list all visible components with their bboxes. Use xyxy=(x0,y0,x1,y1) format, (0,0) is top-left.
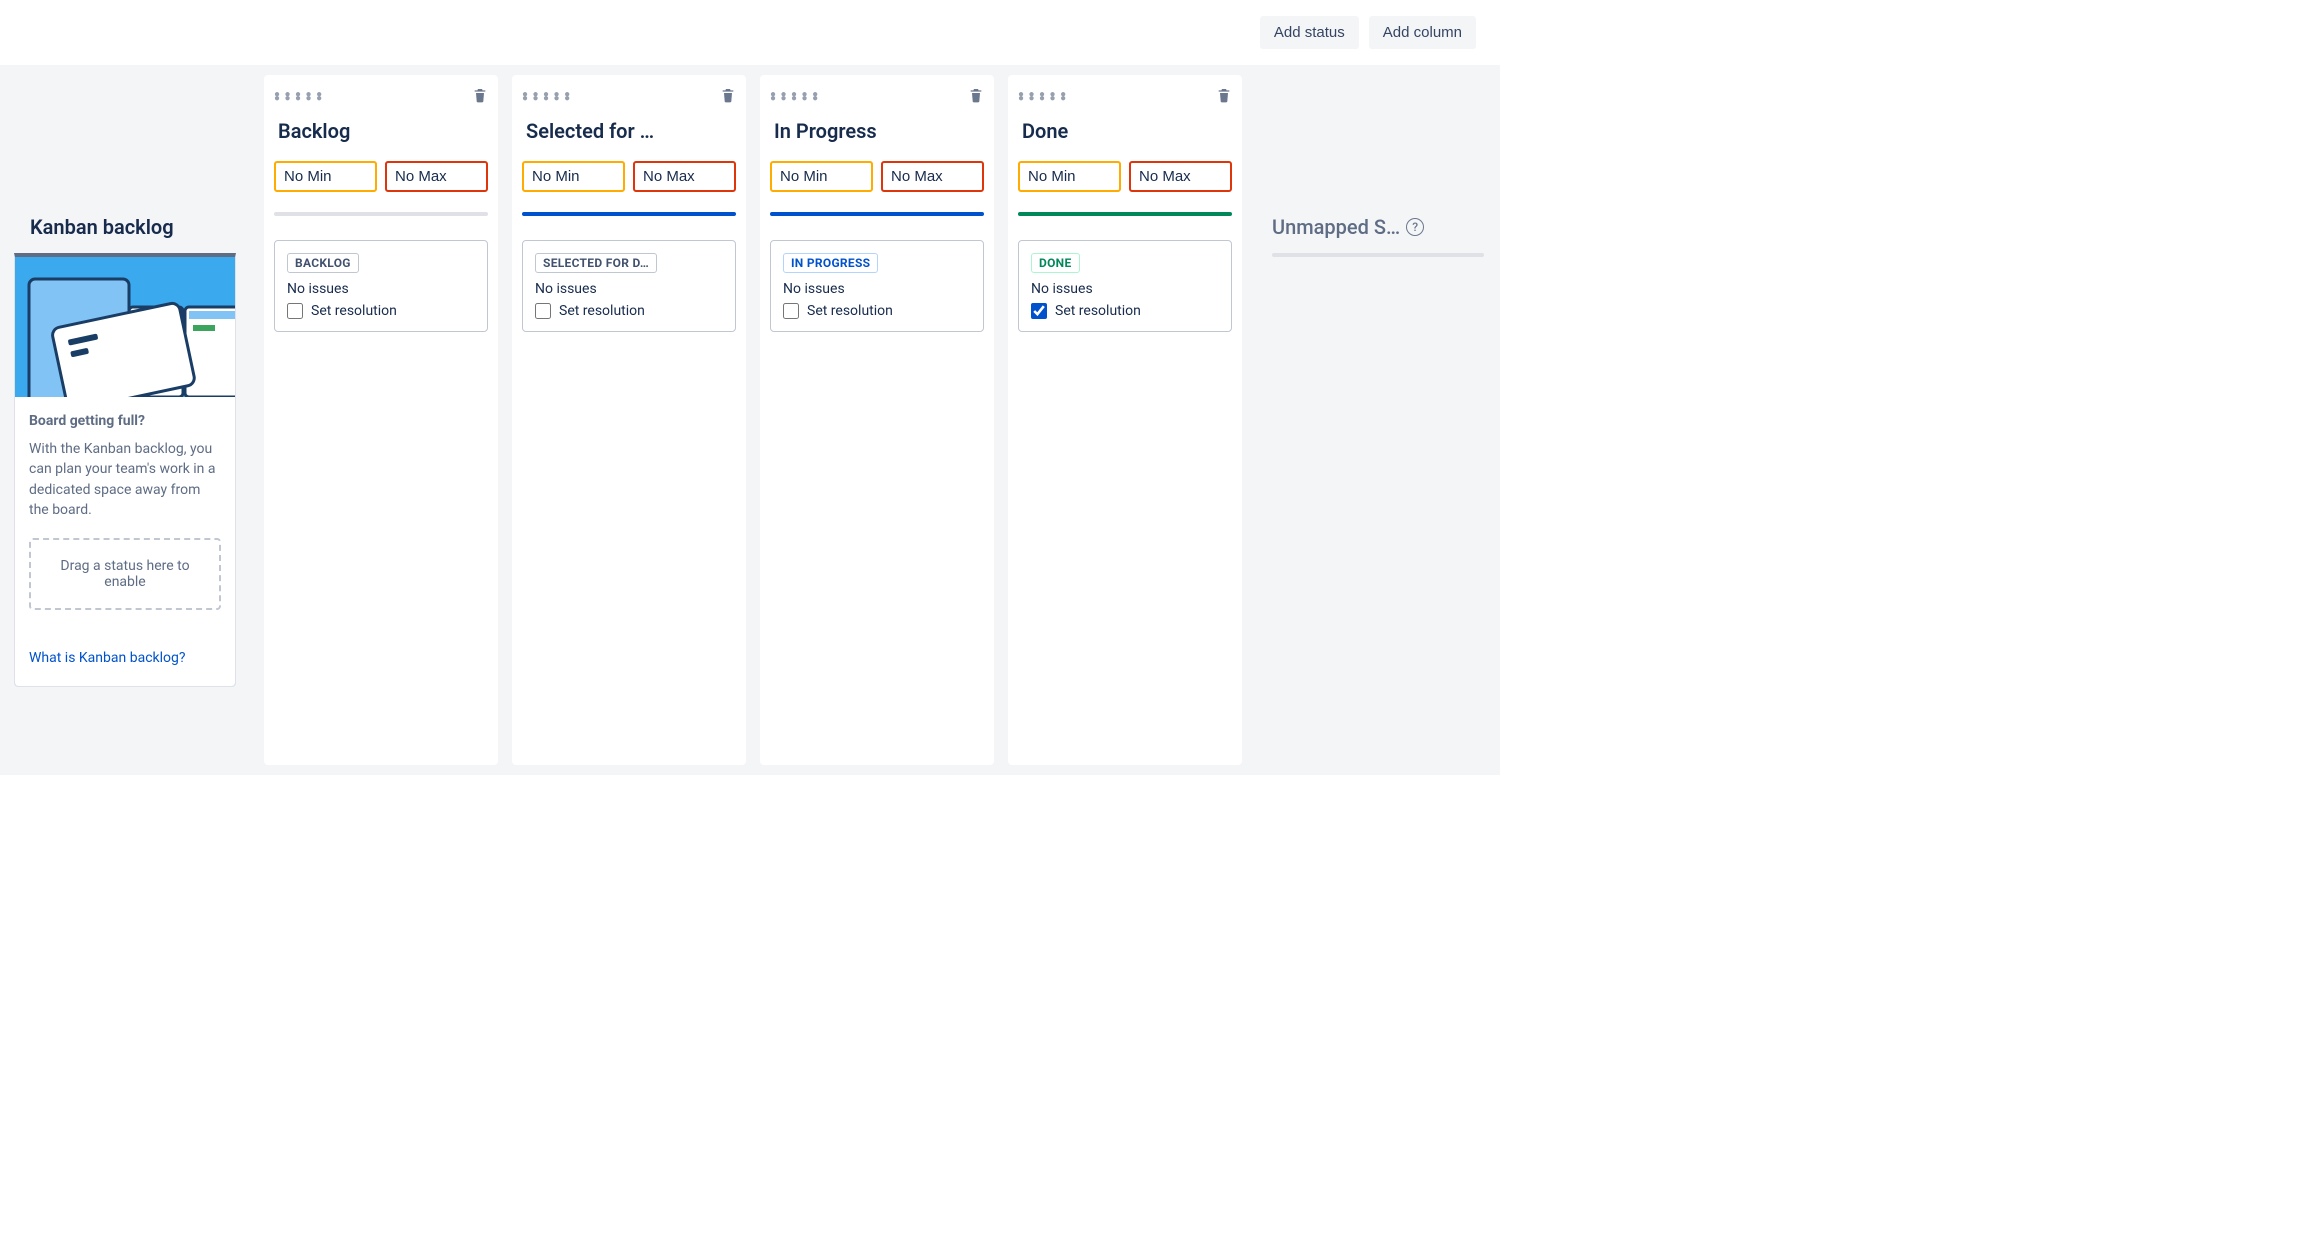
status-issue-count: No issues xyxy=(1031,281,1219,297)
kanban-backlog-illustration xyxy=(15,257,235,397)
column-divider xyxy=(770,212,984,216)
kanban-backlog-dropzone[interactable]: Drag a status here to enable xyxy=(29,538,221,610)
status-card[interactable]: BACKLOG No issues Set resolution xyxy=(274,240,488,332)
status-card[interactable]: IN PROGRESS No issues Set resolution xyxy=(770,240,984,332)
set-resolution-label: Set resolution xyxy=(1055,303,1141,319)
kanban-backlog-lead: Board getting full? xyxy=(29,413,221,429)
top-actions: Add status Add column xyxy=(0,0,1500,65)
set-resolution-label: Set resolution xyxy=(559,303,645,319)
set-resolution-label: Set resolution xyxy=(807,303,893,319)
set-resolution-toggle[interactable]: Set resolution xyxy=(1031,303,1219,319)
set-resolution-checkbox[interactable] xyxy=(287,303,303,319)
unmapped-statuses-panel: Unmapped S… ? xyxy=(1242,65,1500,257)
set-resolution-toggle[interactable]: Set resolution xyxy=(535,303,723,319)
drag-handle-icon[interactable]: ● ● ● ● ●● ● ● ● ● xyxy=(770,93,819,101)
delete-column-icon[interactable] xyxy=(968,87,984,107)
set-resolution-checkbox[interactable] xyxy=(1031,303,1047,319)
kanban-backlog-help-link[interactable]: What is Kanban backlog? xyxy=(29,650,185,666)
add-column-button[interactable]: Add column xyxy=(1369,16,1476,49)
status-lozenge: DONE xyxy=(1031,253,1080,273)
delete-column-icon[interactable] xyxy=(1216,87,1232,107)
delete-column-icon[interactable] xyxy=(720,87,736,107)
column-min-limit[interactable]: No Min xyxy=(274,161,377,192)
column-divider xyxy=(1018,212,1232,216)
column-divider xyxy=(522,212,736,216)
drag-handle-icon[interactable]: ● ● ● ● ●● ● ● ● ● xyxy=(1018,93,1067,101)
set-resolution-checkbox[interactable] xyxy=(535,303,551,319)
column-in-progress: ● ● ● ● ●● ● ● ● ● In Progress No Min No… xyxy=(760,75,994,765)
status-issue-count: No issues xyxy=(287,281,475,297)
column-min-limit[interactable]: No Min xyxy=(770,161,873,192)
set-resolution-toggle[interactable]: Set resolution xyxy=(783,303,971,319)
kanban-backlog-panel: Kanban backlog xyxy=(0,65,250,687)
column-title[interactable]: Done xyxy=(1018,111,1232,161)
status-issue-count: No issues xyxy=(535,281,723,297)
set-resolution-toggle[interactable]: Set resolution xyxy=(287,303,475,319)
status-card[interactable]: DONE No issues Set resolution xyxy=(1018,240,1232,332)
status-issue-count: No issues xyxy=(783,281,971,297)
set-resolution-label: Set resolution xyxy=(311,303,397,319)
column-backlog: ● ● ● ● ●● ● ● ● ● Backlog No Min No Max… xyxy=(264,75,498,765)
set-resolution-checkbox[interactable] xyxy=(783,303,799,319)
kanban-backlog-title: Kanban backlog xyxy=(14,65,236,253)
column-min-limit[interactable]: No Min xyxy=(522,161,625,192)
unmapped-title: Unmapped S… xyxy=(1272,215,1400,239)
column-done: ● ● ● ● ●● ● ● ● ● Done No Min No Max DO… xyxy=(1008,75,1242,765)
column-max-limit[interactable]: No Max xyxy=(1129,161,1232,192)
column-divider xyxy=(274,212,488,216)
drag-handle-icon[interactable]: ● ● ● ● ●● ● ● ● ● xyxy=(274,93,323,101)
column-selected-for-dev: ● ● ● ● ●● ● ● ● ● Selected for … No Min… xyxy=(512,75,746,765)
column-title[interactable]: Backlog xyxy=(274,111,488,161)
kanban-backlog-description: With the Kanban backlog, you can plan yo… xyxy=(29,439,221,520)
column-max-limit[interactable]: No Max xyxy=(385,161,488,192)
columns-container: ● ● ● ● ●● ● ● ● ● Backlog No Min No Max… xyxy=(250,65,1242,765)
column-max-limit[interactable]: No Max xyxy=(881,161,984,192)
kanban-backlog-card: Board getting full? With the Kanban back… xyxy=(14,253,236,687)
column-max-limit[interactable]: No Max xyxy=(633,161,736,192)
board-config-area: Kanban backlog xyxy=(0,65,1500,775)
drag-handle-icon[interactable]: ● ● ● ● ●● ● ● ● ● xyxy=(522,93,571,101)
status-lozenge: BACKLOG xyxy=(287,253,359,273)
column-title[interactable]: In Progress xyxy=(770,111,984,161)
status-card[interactable]: SELECTED FOR D… No issues Set resolution xyxy=(522,240,736,332)
status-lozenge: IN PROGRESS xyxy=(783,253,878,273)
delete-column-icon[interactable] xyxy=(472,87,488,107)
unmapped-divider xyxy=(1272,253,1484,257)
add-status-button[interactable]: Add status xyxy=(1260,16,1359,49)
status-lozenge: SELECTED FOR D… xyxy=(535,253,657,273)
column-title[interactable]: Selected for … xyxy=(522,111,736,161)
help-icon[interactable]: ? xyxy=(1406,218,1424,236)
column-min-limit[interactable]: No Min xyxy=(1018,161,1121,192)
